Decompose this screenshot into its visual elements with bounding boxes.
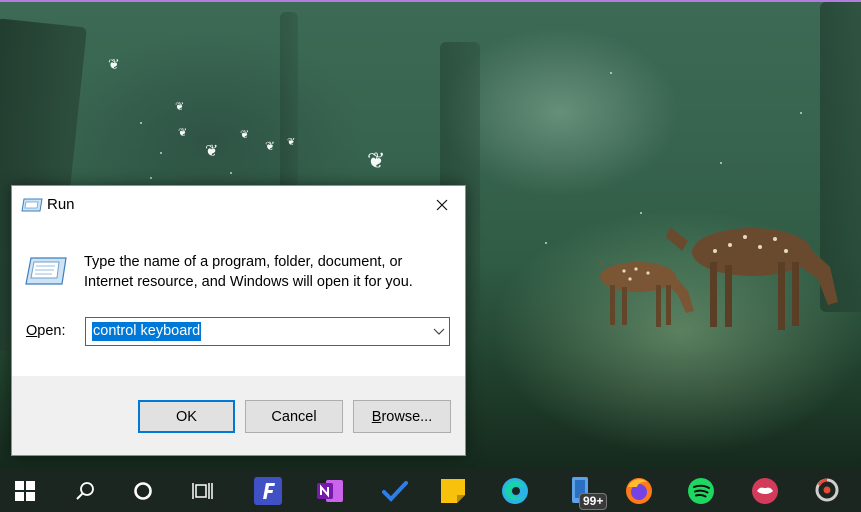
photoscape-app[interactable]	[802, 470, 852, 512]
butterfly-icon: ❦	[205, 143, 219, 160]
title-bar[interactable]: Run	[12, 186, 465, 224]
task-view-button[interactable]	[178, 470, 228, 512]
cortana-button[interactable]	[118, 470, 168, 512]
open-label-mnemonic: O	[26, 323, 38, 339]
particle	[610, 72, 612, 74]
search-button[interactable]	[60, 470, 110, 512]
cortana-circle-icon	[134, 482, 152, 500]
ok-button[interactable]: OK	[138, 400, 235, 433]
spotify-app[interactable]	[676, 470, 726, 512]
open-label: Open:	[26, 323, 66, 339]
butterfly-icon: ❦	[287, 137, 296, 148]
windows-logo-icon	[15, 481, 35, 501]
edge-app[interactable]	[490, 470, 540, 512]
run-program-icon	[25, 257, 67, 285]
butterfly-icon: ❦	[175, 101, 185, 113]
edge-icon	[502, 478, 528, 504]
particle	[230, 172, 232, 174]
run-dialog: Run Type the name of a program, folder, …	[11, 185, 466, 456]
particle	[720, 162, 722, 164]
particle	[800, 112, 802, 114]
checkmark-icon	[382, 481, 408, 502]
particle	[545, 242, 547, 244]
run-icon	[21, 198, 43, 212]
task-view-icon	[192, 483, 213, 499]
butterfly-icon: ❦	[240, 129, 250, 141]
particle	[150, 177, 152, 179]
deer-illustration	[594, 227, 838, 330]
lips-icon	[752, 478, 778, 504]
open-input[interactable]: control keyboard	[92, 322, 202, 341]
todo-app[interactable]	[370, 470, 420, 512]
browse-mnemonic: B	[371, 408, 382, 425]
particle	[140, 122, 142, 124]
search-icon	[76, 482, 94, 500]
dialog-content: Type the name of a program, folder, docu…	[12, 224, 465, 376]
spotify-icon	[688, 478, 714, 504]
butterfly-icon: ❦	[178, 127, 188, 139]
phone-app[interactable]: 99+	[555, 470, 608, 512]
open-combobox[interactable]: control keyboard	[85, 317, 450, 346]
sticky-notes-icon	[441, 479, 465, 503]
butterfly-icon: ❦	[108, 56, 120, 72]
firefox-app[interactable]	[614, 470, 664, 512]
photoscape-icon	[815, 478, 839, 502]
close-icon	[436, 199, 448, 211]
firefox-icon	[626, 478, 652, 504]
fastkeys-app[interactable]	[243, 470, 293, 512]
browse-button[interactable]: Browse...	[353, 400, 451, 433]
tree-trunk	[280, 12, 298, 192]
taskbar: 99+	[0, 470, 861, 512]
particle	[160, 152, 162, 154]
open-label-rest: pen:	[37, 323, 66, 339]
notification-badge: 99+	[579, 493, 608, 510]
butterfly-icon: ❦	[367, 148, 386, 173]
onenote-app[interactable]	[305, 470, 355, 512]
start-button[interactable]	[0, 470, 50, 512]
f-app-icon	[254, 477, 282, 505]
window-title: Run	[47, 196, 75, 213]
red-app[interactable]	[740, 470, 790, 512]
browse-label-rest: rowse...	[381, 408, 433, 425]
close-button[interactable]	[419, 186, 465, 224]
onenote-icon	[317, 480, 343, 502]
dialog-description: Type the name of a program, folder, docu…	[84, 254, 413, 290]
cancel-button[interactable]: Cancel	[245, 400, 343, 433]
chevron-down-icon[interactable]	[433, 326, 445, 336]
sticky-notes-app[interactable]	[428, 470, 478, 512]
butterfly-icon: ❦	[265, 139, 276, 153]
